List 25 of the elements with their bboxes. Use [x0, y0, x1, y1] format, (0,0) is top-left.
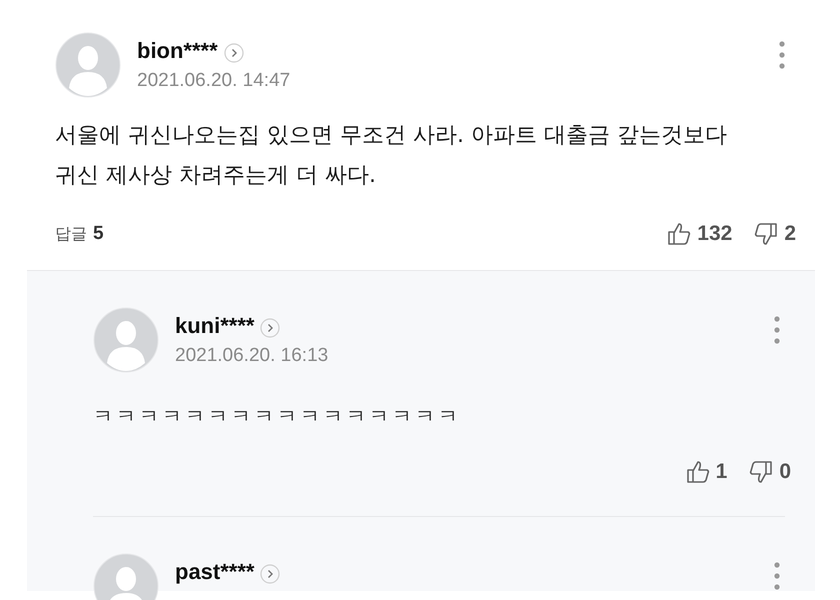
dislike-count: 2 — [784, 222, 796, 246]
avatar-icon — [55, 32, 121, 98]
more-options-icon[interactable] — [773, 561, 781, 591]
username[interactable]: past**** — [175, 559, 254, 585]
username[interactable]: bion**** — [137, 38, 218, 64]
like-count: 132 — [697, 222, 732, 246]
reply-text: ㅋㅋㅋㅋㅋㅋㅋㅋㅋㅋㅋㅋㅋㅋㅋㅋ — [93, 403, 462, 430]
username[interactable]: kuni**** — [175, 313, 254, 339]
chevron-right-icon[interactable] — [224, 43, 244, 63]
reply-count[interactable]: 5 — [93, 223, 104, 245]
like-count: 1 — [716, 460, 728, 484]
thumbs-up-icon[interactable] — [667, 221, 692, 247]
timestamp: 2021.06.20. 14:47 — [137, 70, 292, 92]
more-options-icon[interactable] — [773, 315, 781, 345]
comment-text: 서울에 귀신나오는집 있으면 무조건 사라. 아파트 대출금 갚는것보다 귀신 제사상 차려주는게 더 싸다. — [55, 122, 728, 190]
timestamp: 2021.06.20. 16:13 — [175, 345, 330, 367]
more-options-icon[interactable] — [778, 40, 786, 70]
replies-label[interactable]: 답글 — [55, 224, 87, 245]
dislike-count: 0 — [779, 460, 791, 484]
thumbs-up-icon[interactable] — [686, 459, 710, 485]
thumbs-down-icon[interactable] — [754, 221, 778, 247]
avatar-icon — [93, 307, 159, 373]
chevron-right-icon[interactable] — [260, 564, 280, 584]
chevron-right-icon[interactable] — [260, 318, 280, 338]
thumbs-down-icon[interactable] — [749, 459, 774, 485]
